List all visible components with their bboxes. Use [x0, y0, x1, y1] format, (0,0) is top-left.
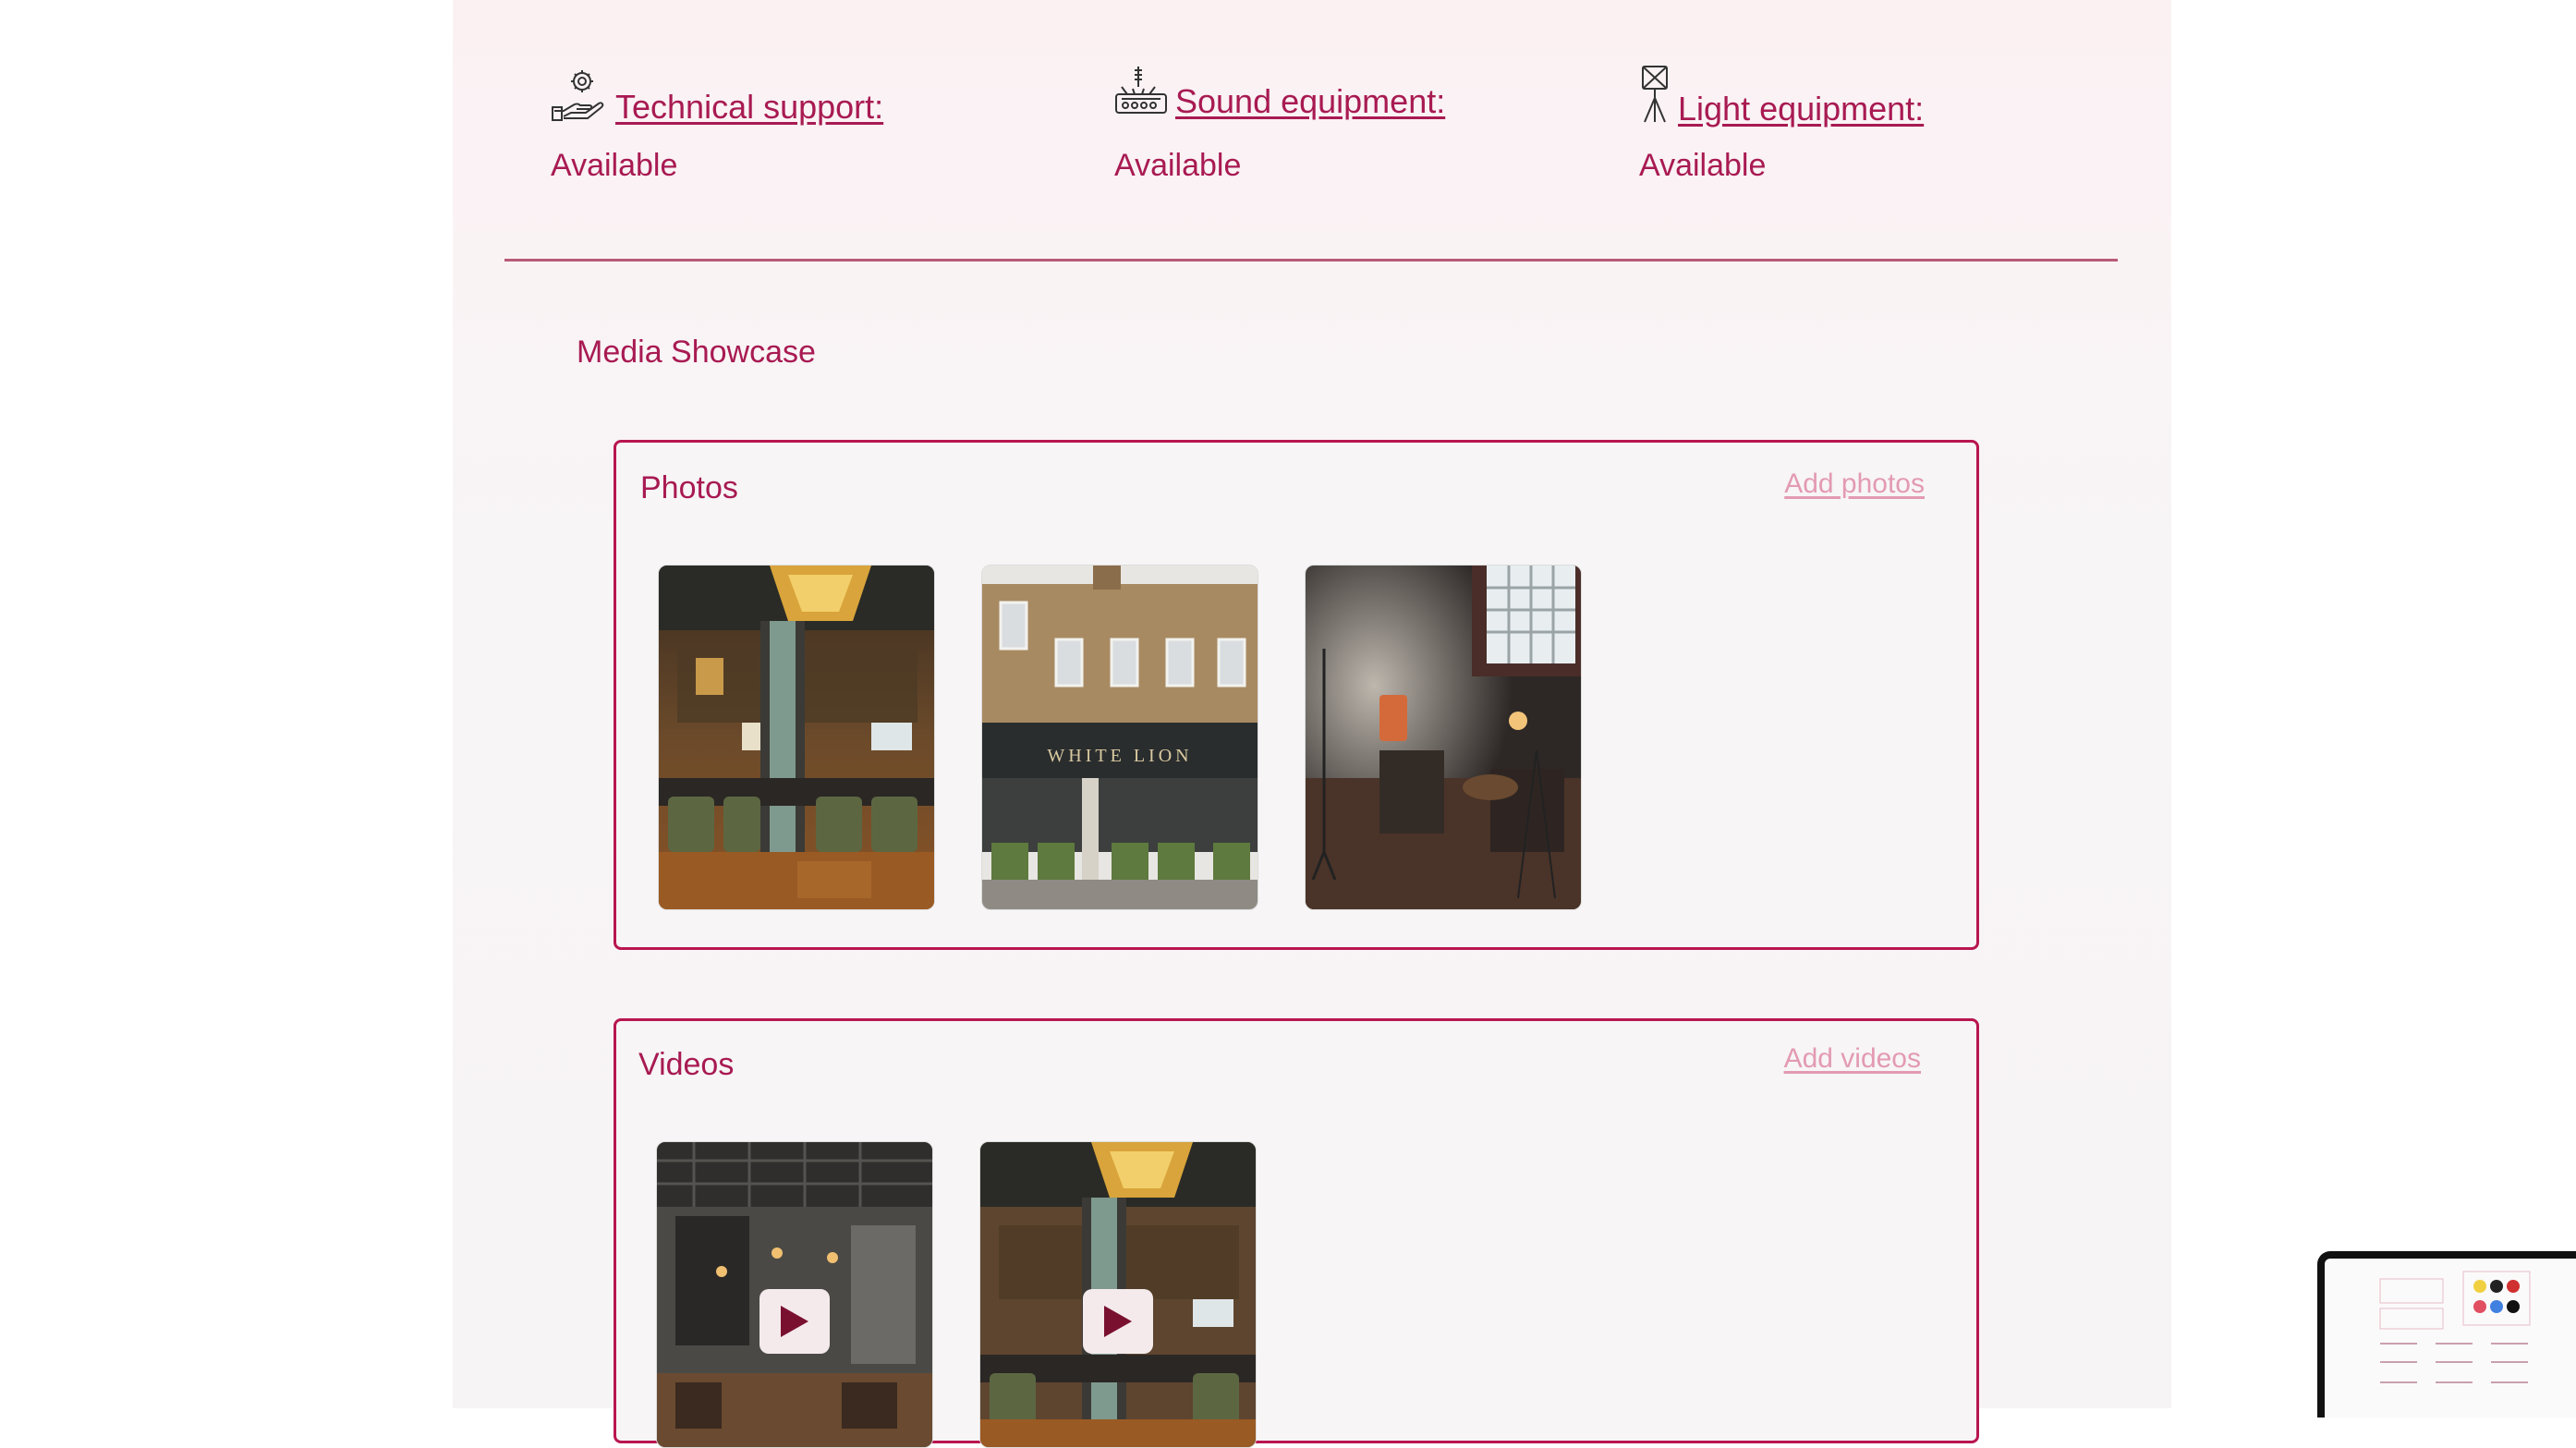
dining-room-video[interactable] — [656, 1141, 933, 1448]
tech-support-icon — [551, 65, 608, 127]
sound-equipment-icon — [1114, 65, 1168, 121]
band-stage-photo[interactable] — [1305, 565, 1582, 910]
light-equipment-icon — [1639, 65, 1671, 128]
preview-screen — [2325, 1259, 2576, 1418]
white-lion-exterior-photo[interactable]: WHITE LION — [981, 565, 1258, 910]
feature-light-equipment: Light equipment: Available — [1639, 65, 1924, 183]
play-button[interactable] — [1083, 1289, 1153, 1354]
play-icon — [1104, 1306, 1132, 1337]
feature-sound-equipment: Sound equipment: Available — [1114, 65, 1445, 183]
feature-title[interactable]: Light equipment: — [1678, 90, 1924, 128]
bar-interior-video[interactable] — [979, 1141, 1257, 1448]
photos-card: Photos Add photos WHITE LION — [614, 440, 1979, 950]
photos-title: Photos — [640, 470, 738, 505]
media-showcase-title: Media Showcase — [577, 335, 816, 370]
feature-title[interactable]: Technical support: — [615, 88, 883, 127]
play-icon — [781, 1306, 808, 1337]
add-photos-link[interactable]: Add photos — [1784, 468, 1925, 500]
feature-title[interactable]: Sound equipment: — [1175, 82, 1445, 121]
feature-technical-support: Technical support: Available — [551, 65, 883, 183]
white-lion-sign: WHITE LION — [1047, 746, 1192, 766]
videos-title: Videos — [638, 1047, 735, 1082]
screen-preview-thumbnail[interactable] — [2317, 1251, 2576, 1418]
feature-value: Available — [1639, 148, 1767, 183]
add-videos-link[interactable]: Add videos — [1784, 1043, 1921, 1075]
feature-value: Available — [551, 148, 678, 183]
play-button[interactable] — [759, 1289, 830, 1354]
videos-card: Videos Add videos — [614, 1018, 1979, 1448]
section-divider — [504, 259, 2118, 262]
pub-interior-photo[interactable] — [658, 565, 935, 910]
feature-value: Available — [1114, 148, 1242, 183]
